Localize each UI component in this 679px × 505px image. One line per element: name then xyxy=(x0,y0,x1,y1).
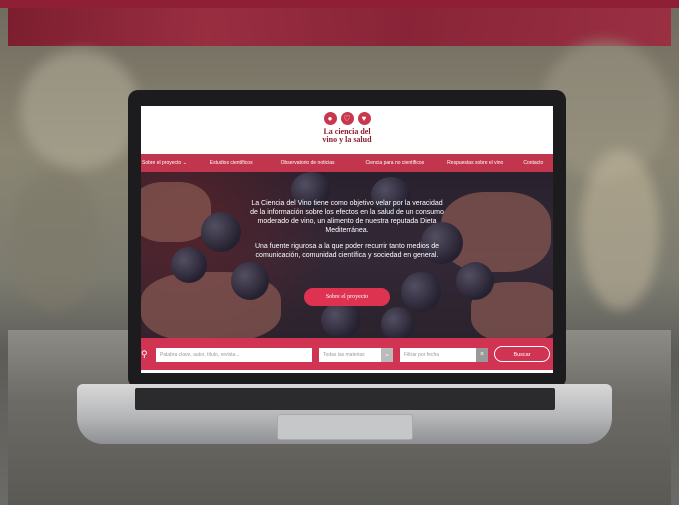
top-frame-band xyxy=(0,0,679,8)
photo-background: ● ♡ ♥ La ciencia del vino y la salud Sob… xyxy=(0,0,679,505)
subject-select-value: Todas las materias xyxy=(323,352,365,358)
nav-item-observatorio[interactable]: Observatorio de noticias xyxy=(281,160,335,166)
background-foliage xyxy=(10,170,100,310)
search-bar: ⚲ Palabra clave, autor, título, revista.… xyxy=(141,338,553,370)
nav-item-respuestas[interactable]: Respuestas sobre el vino xyxy=(447,160,503,166)
laptop-screen: ● ♡ ♥ La ciencia del vino y la salud Sob… xyxy=(141,106,553,373)
close-icon[interactable]: × xyxy=(476,348,488,362)
heart-icon: ♥ xyxy=(357,112,371,125)
date-filter-placeholder: Filtrar por fecha xyxy=(404,352,440,358)
hero-section: La Ciencia del Vino tiene como objetivo … xyxy=(141,172,553,338)
nav-item-contacto[interactable]: Contacto xyxy=(523,160,543,166)
search-button[interactable]: Buscar xyxy=(494,346,550,362)
subject-select[interactable]: Todas las materias ⌄ xyxy=(319,348,393,362)
hero-paragraph-1: La Ciencia del Vino tiene como objetivo … xyxy=(250,200,444,234)
hero-paragraph-2: Una fuente rigurosa a la que poder recur… xyxy=(254,243,440,259)
brand-line-2: vino y la salud xyxy=(322,135,372,144)
nav-item-ciencia[interactable]: Ciencia para no científicos xyxy=(366,160,425,166)
laptop-keyboard xyxy=(135,388,555,410)
wine-red-banner xyxy=(8,8,671,46)
keyword-search-input[interactable]: Palabra clave, autor, título, revista... xyxy=(156,348,312,362)
sobre-proyecto-button[interactable]: Sobre el proyecto xyxy=(304,288,390,306)
logo-icons[interactable]: ● ♡ ♥ xyxy=(141,106,553,125)
site-header: ● ♡ ♥ La ciencia del vino y la salud xyxy=(141,106,553,154)
hero-text: La Ciencia del Vino tiene como objetivo … xyxy=(247,199,447,267)
date-filter-input[interactable]: Filtrar por fecha × xyxy=(400,348,488,362)
wine-glass-icon: ♡ xyxy=(340,112,354,125)
site-logo-text[interactable]: La ciencia del vino y la salud xyxy=(141,128,553,144)
search-icon: ⚲ xyxy=(141,349,148,359)
laptop-trackpad xyxy=(277,414,413,440)
main-nav: Sobre el proyecto ⌄ Estudios científicos… xyxy=(141,154,553,172)
background-foliage xyxy=(580,150,660,310)
grapes-icon: ● xyxy=(323,112,337,125)
background-foliage xyxy=(20,50,140,170)
chevron-down-icon[interactable]: ⌄ xyxy=(381,348,393,362)
nav-item-sobre-proyecto[interactable]: Sobre el proyecto ⌄ xyxy=(142,160,187,166)
nav-item-estudios[interactable]: Estudios científicos xyxy=(210,160,253,166)
